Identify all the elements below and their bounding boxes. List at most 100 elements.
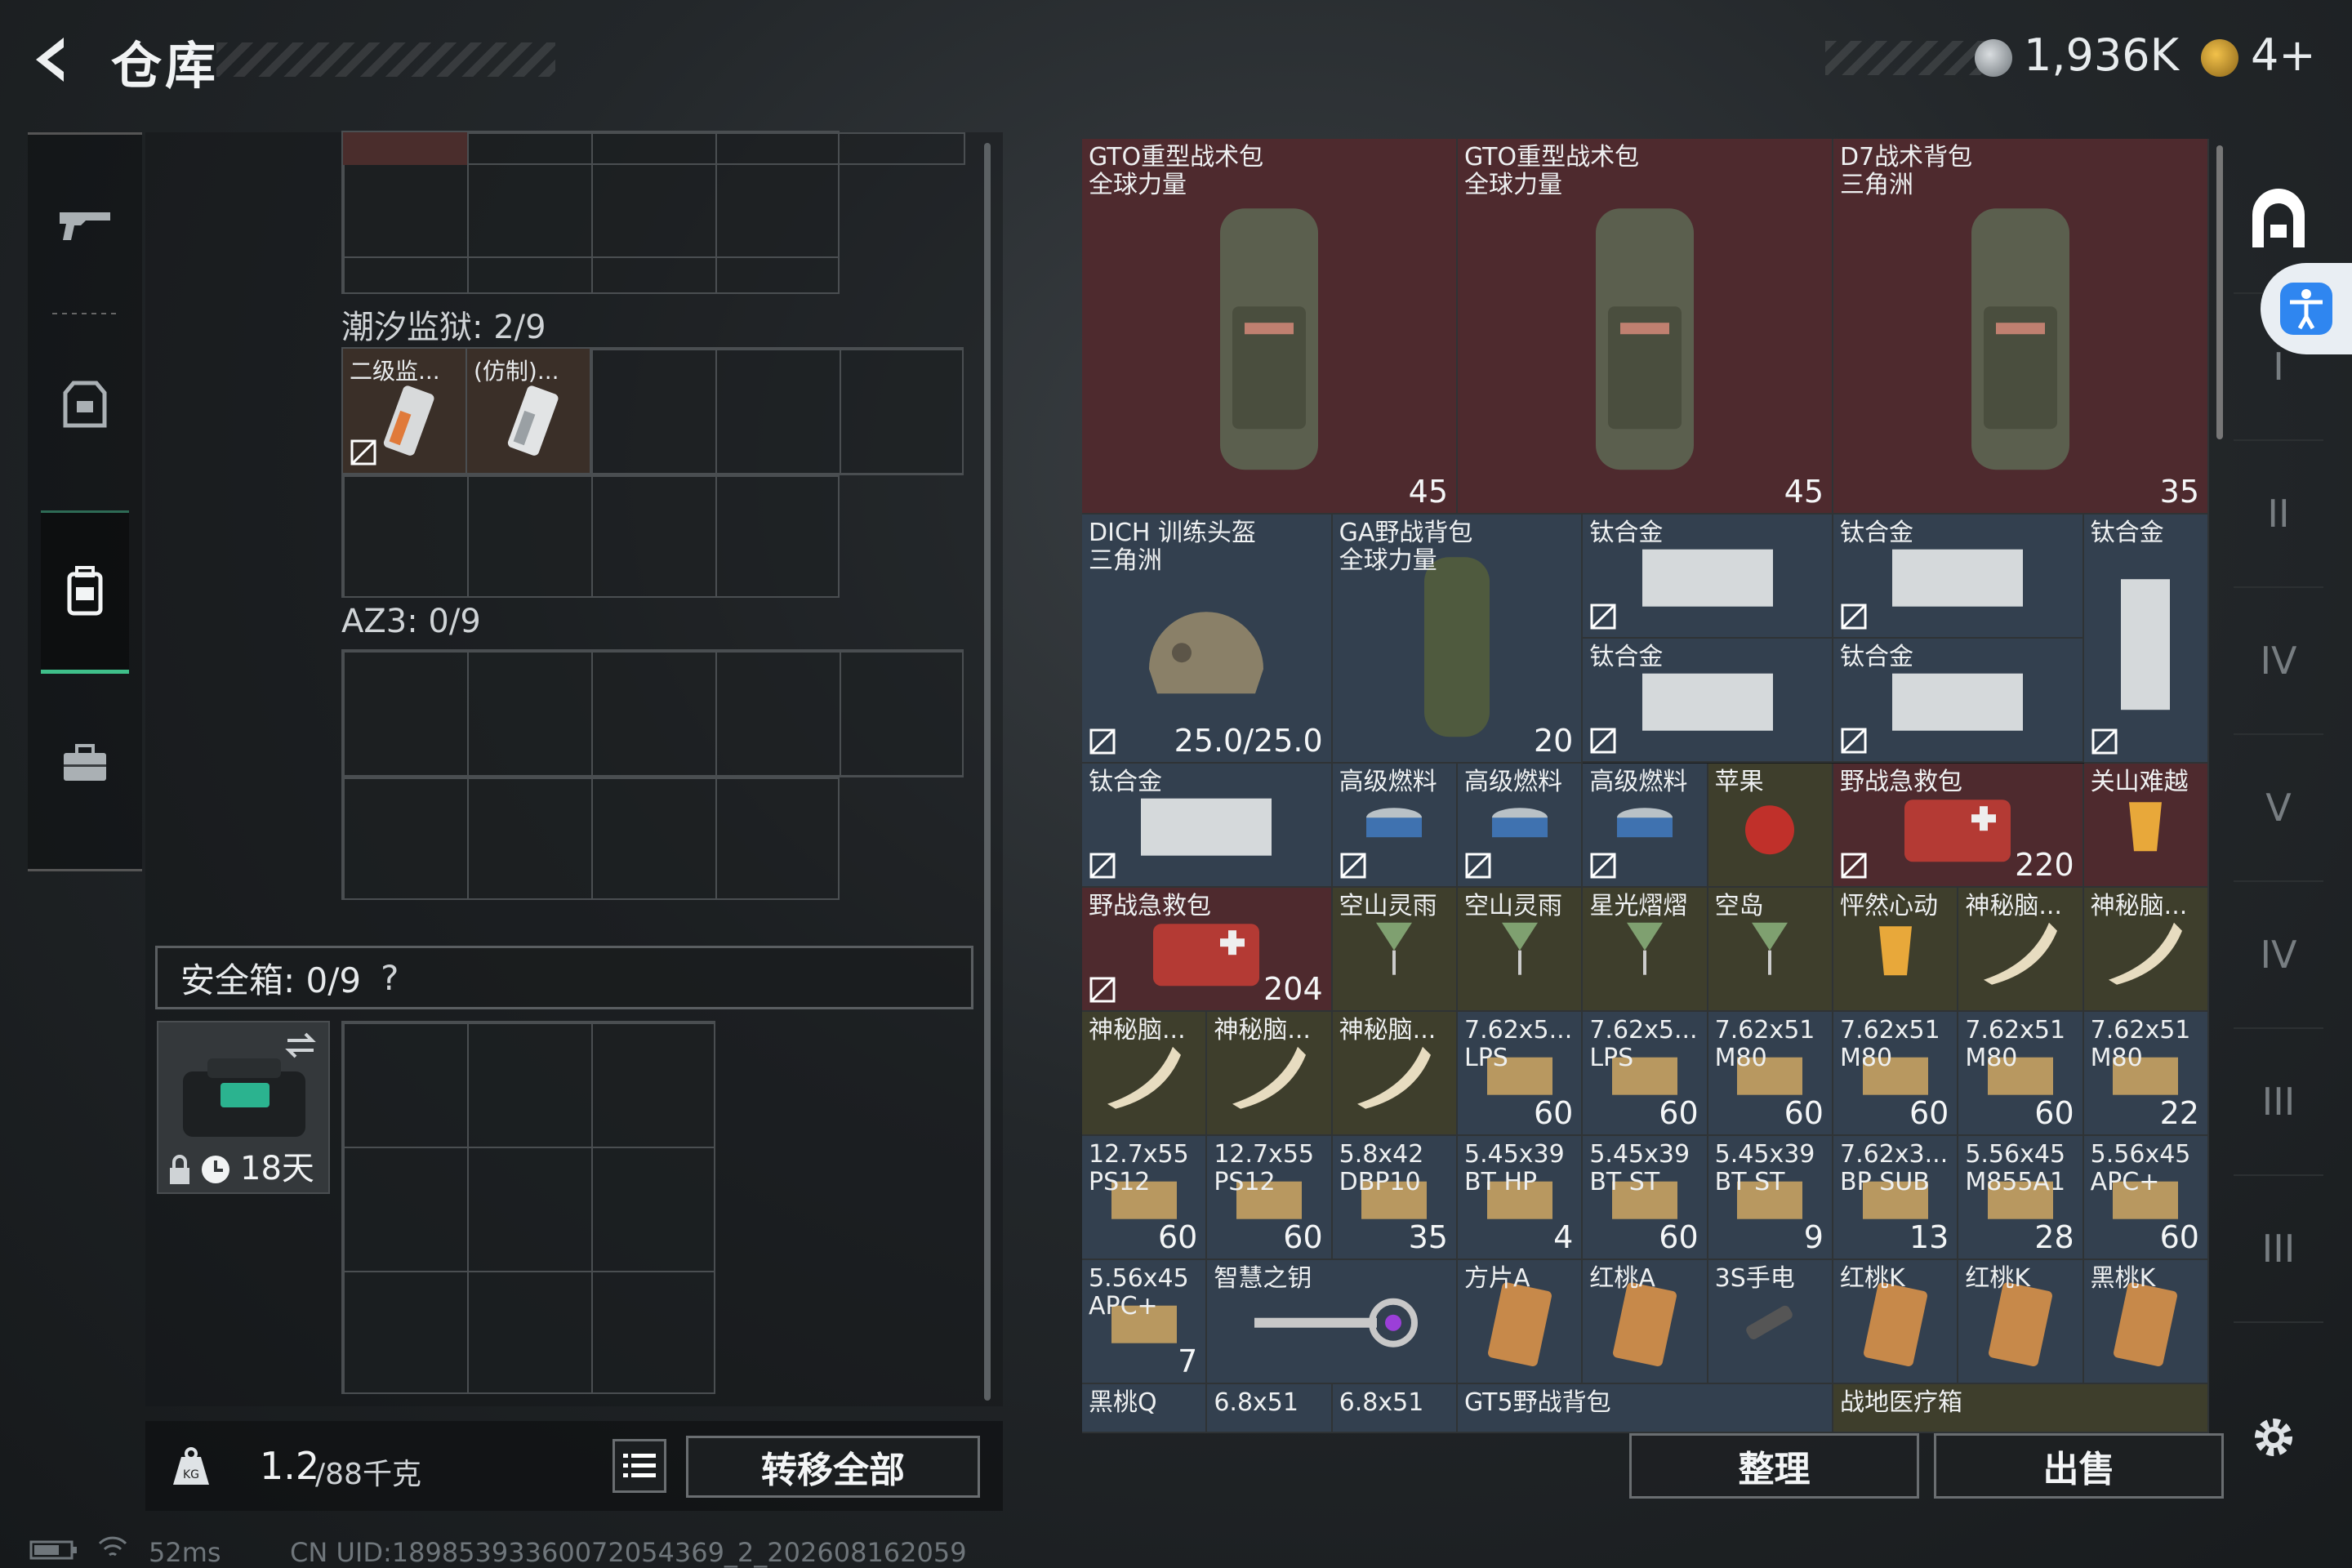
- stash-item[interactable]: 7.62x3... BP SUB 13: [1833, 1136, 1959, 1260]
- stash-item[interactable]: 智慧之钥: [1207, 1260, 1458, 1384]
- stash-item[interactable]: 高级燃料: [1583, 764, 1708, 888]
- stash-item[interactable]: 5.56x45 APC+ 60: [2083, 1136, 2209, 1260]
- stash-page-4b[interactable]: IV: [2234, 882, 2323, 1029]
- stash-item[interactable]: 高级燃料: [1458, 764, 1584, 888]
- item-name: 战地医疗箱: [1840, 1388, 1962, 1417]
- briefcase-icon[interactable]: [28, 682, 142, 845]
- coin-icon: [1975, 39, 2012, 77]
- stash-item[interactable]: 6.8x51: [1332, 1384, 1458, 1433]
- stash-item[interactable]: 苹果: [1708, 764, 1833, 888]
- swap-icon[interactable]: [283, 1029, 318, 1062]
- sell-button[interactable]: 出售: [1934, 1433, 2224, 1499]
- stash-item[interactable]: DICH 训练头盔 三角洲 25.0/25.0: [1082, 514, 1333, 764]
- item-name: 7.62x3... BP SUB: [1840, 1140, 1949, 1196]
- stash-item[interactable]: GA野战背包 全球力量 20: [1332, 514, 1584, 764]
- stash-item[interactable]: 黑桃K: [2083, 1260, 2209, 1384]
- item-name: 钛合金: [1589, 643, 1664, 671]
- no-insure-icon: [1840, 603, 1868, 630]
- stash-item[interactable]: 5.8x42 DBP10 35: [1332, 1136, 1458, 1260]
- stash-item[interactable]: GTO重型战术包 全球力量 45: [1458, 139, 1833, 514]
- stash-item[interactable]: 星光熠熠: [1583, 888, 1708, 1012]
- drink-icon: [1871, 918, 1920, 987]
- stash-page-5[interactable]: V: [2234, 735, 2323, 882]
- settings-gear-icon[interactable]: [2247, 1411, 2300, 1463]
- stash-item[interactable]: 钛合金: [2083, 514, 2209, 764]
- stash-item[interactable]: 野战急救包 204: [1082, 888, 1333, 1012]
- item-name: 空山灵雨: [1464, 892, 1562, 920]
- stash-item[interactable]: 7.62x51 M80 22: [2083, 1012, 2209, 1136]
- stash-item[interactable]: 钛合金: [1583, 639, 1833, 763]
- stash-item[interactable]: 方片A: [1458, 1260, 1584, 1384]
- left-scrollbar[interactable]: [984, 143, 991, 1401]
- no-insure-icon: [1089, 728, 1116, 755]
- item-name: 7.62x51 M80: [2090, 1016, 2191, 1072]
- stash-item[interactable]: 神秘脑...: [1207, 1012, 1333, 1136]
- stash-page-4[interactable]: IV: [2234, 588, 2323, 735]
- sort-button[interactable]: 整理: [1629, 1433, 1919, 1499]
- stash-item[interactable]: 7.62x5... LPS 60: [1458, 1012, 1584, 1136]
- item-name: 5.56x45 APC+: [1089, 1264, 1189, 1321]
- stash-item[interactable]: GTO重型战术包 全球力量 45: [1082, 139, 1458, 514]
- stash-page-3[interactable]: III: [2234, 1029, 2323, 1176]
- item-count: 60: [1659, 1219, 1699, 1255]
- stash-item[interactable]: 神秘脑...: [1958, 888, 2084, 1012]
- stash-item[interactable]: 高级燃料: [1332, 764, 1458, 888]
- stash-item[interactable]: 野战急救包 220: [1833, 764, 2084, 888]
- stash-scrollbar[interactable]: [2216, 145, 2223, 439]
- stash-item[interactable]: 5.45x39 BT HP 4: [1458, 1136, 1584, 1260]
- item-count: 45: [1408, 474, 1448, 510]
- stash-item[interactable]: 12.7x55 PS12 60: [1207, 1136, 1333, 1260]
- stash-item[interactable]: 钛合金: [1833, 514, 2084, 639]
- back-arrow-icon[interactable]: [24, 31, 82, 88]
- stash-item[interactable]: 7.62x5... LPS 60: [1583, 1012, 1708, 1136]
- stash-item[interactable]: 红桃K: [1833, 1260, 1959, 1384]
- stash-item[interactable]: 5.45x39 BT ST 9: [1708, 1136, 1833, 1260]
- stash-item[interactable]: 黑桃Q: [1082, 1384, 1208, 1433]
- stash-item[interactable]: D7战术背包 三角洲 35: [1833, 139, 2209, 514]
- stash-item[interactable]: 钛合金: [1833, 639, 2084, 763]
- stash-item[interactable]: 战地医疗箱: [1833, 1384, 2209, 1433]
- stash-item[interactable]: 空山灵雨: [1332, 888, 1458, 1012]
- stash-item[interactable]: 红桃K: [1958, 1260, 2084, 1384]
- plate-icon: [1884, 666, 2031, 742]
- safe-box-case[interactable]: 18天: [157, 1021, 330, 1194]
- item-count: 25.0/25.0: [1174, 723, 1323, 759]
- weight-icon: KG: [173, 1447, 209, 1485]
- transfer-all-button[interactable]: 转移全部: [686, 1436, 980, 1498]
- stash-item[interactable]: 怦然心动: [1833, 888, 1959, 1012]
- stash-item[interactable]: 3S手电: [1708, 1260, 1833, 1384]
- stash-item[interactable]: 神秘脑...: [1082, 1012, 1208, 1136]
- partial-item[interactable]: [343, 132, 467, 165]
- container-item[interactable]: 二级监...: [343, 349, 467, 473]
- apple-icon: [1737, 794, 1802, 862]
- stash-item[interactable]: 12.7x55 PS12 60: [1082, 1136, 1208, 1260]
- stash-item[interactable]: 钛合金: [1583, 514, 1833, 639]
- stash-item[interactable]: GT5野战背包: [1458, 1384, 1833, 1433]
- stash-page-label: I: [2273, 345, 2284, 389]
- stash-item[interactable]: 空岛: [1708, 888, 1833, 1012]
- stash-item[interactable]: 7.62x51 M80 60: [1958, 1012, 2084, 1136]
- item-count: 60: [2159, 1219, 2199, 1255]
- weapon-icon[interactable]: [28, 143, 142, 306]
- stash-item[interactable]: 钛合金: [1082, 764, 1333, 888]
- stash-item[interactable]: 关山难越: [2083, 764, 2209, 888]
- stash-item[interactable]: 5.56x45 M855A1 28: [1958, 1136, 2084, 1260]
- stash-item[interactable]: 5.56x45 APC+ 7: [1082, 1260, 1208, 1384]
- stash-item[interactable]: 7.62x51 M80 60: [1708, 1012, 1833, 1136]
- stash-item[interactable]: 6.8x51: [1207, 1384, 1333, 1433]
- armor-icon[interactable]: [28, 323, 142, 486]
- accessibility-button[interactable]: [2261, 263, 2352, 354]
- stash-item[interactable]: 空山灵雨: [1458, 888, 1584, 1012]
- stash-page-3b[interactable]: III: [2234, 1176, 2323, 1323]
- container-item[interactable]: (仿制)...: [467, 349, 591, 473]
- stash-item[interactable]: 神秘脑...: [1332, 1012, 1458, 1136]
- stash-item[interactable]: 7.62x51 M80 60: [1833, 1012, 1959, 1136]
- list-view-button[interactable]: [612, 1439, 666, 1493]
- stash-item[interactable]: 红桃A: [1583, 1260, 1708, 1384]
- stash-page-2[interactable]: II: [2234, 441, 2323, 588]
- stash-item[interactable]: 5.45x39 BT ST 60: [1583, 1136, 1708, 1260]
- backpack-icon[interactable]: [41, 510, 129, 674]
- help-icon[interactable]: ?: [381, 958, 399, 998]
- token-amount[interactable]: 4+: [2251, 29, 2316, 81]
- stash-item[interactable]: 神秘脑...: [2083, 888, 2209, 1012]
